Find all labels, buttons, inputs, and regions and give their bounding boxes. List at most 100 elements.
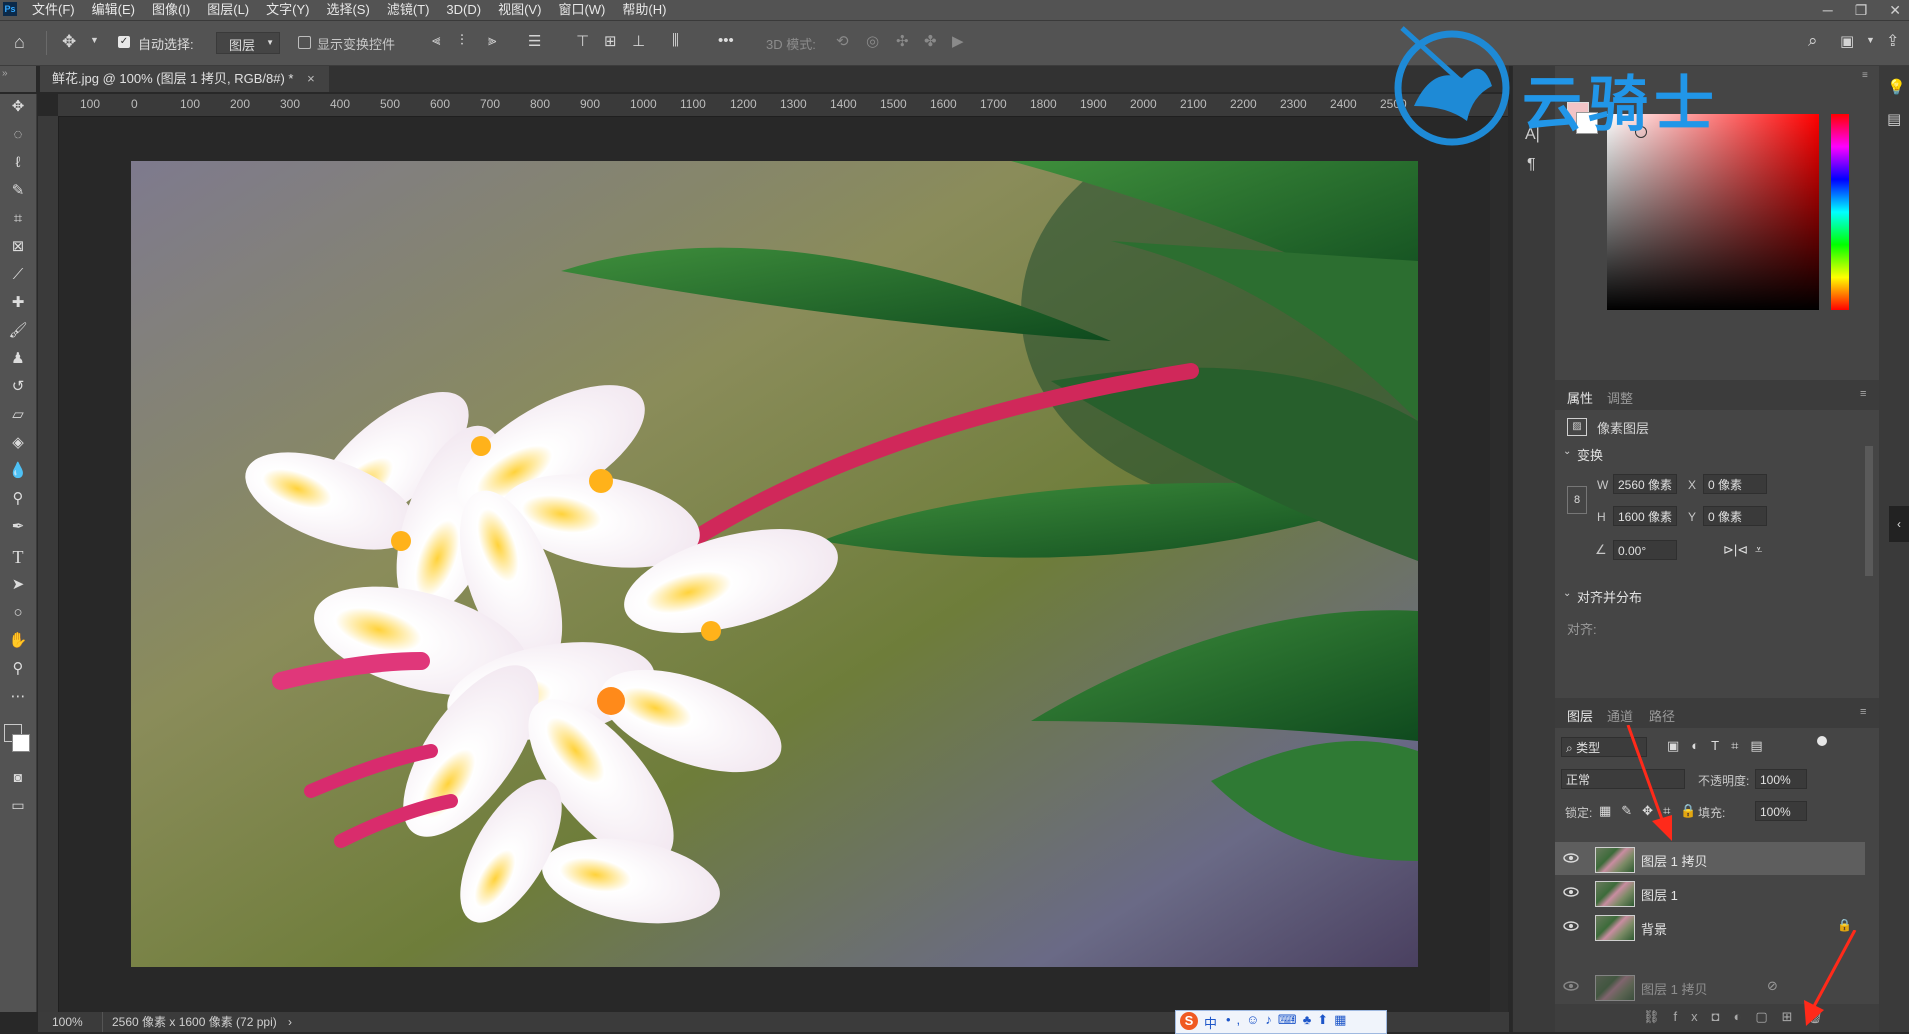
show-transform-checkbox[interactable]	[298, 36, 311, 49]
history-brush-tool-icon[interactable]: ↺	[7, 376, 29, 398]
auto-select-checkbox[interactable]: ✓	[118, 36, 130, 48]
chevron-down-icon[interactable]: ⌄	[1563, 446, 1571, 457]
tab-paths[interactable]: 路径	[1649, 706, 1675, 725]
learn-icon[interactable]: 💡	[1887, 78, 1906, 96]
close-icon[interactable]: ✕	[1889, 0, 1901, 20]
paragraph-panel-icon[interactable]: ¶	[1527, 156, 1536, 174]
eye-icon[interactable]	[1563, 919, 1579, 933]
ellipse-tool-icon[interactable]: ○	[7, 602, 29, 624]
align-vcenter-icon[interactable]: ⊞	[604, 32, 617, 50]
share-icon[interactable]: ⇪	[1886, 31, 1899, 51]
home-icon[interactable]: ⌂	[14, 32, 25, 53]
height-field[interactable]: 1600 像素	[1613, 506, 1677, 526]
eraser-tool-icon[interactable]: ▱	[7, 404, 29, 426]
menu-type[interactable]: 文字(Y)	[266, 0, 309, 20]
opacity-field[interactable]: 100%	[1755, 769, 1807, 789]
close-tab-icon[interactable]: ×	[307, 71, 315, 86]
menu-image[interactable]: 图像(I)	[152, 0, 190, 20]
link-icon[interactable]: 8	[1567, 486, 1587, 514]
3d-roll-icon[interactable]: ◎	[866, 32, 879, 50]
move-tool-icon[interactable]: ✥	[7, 96, 29, 118]
tab-properties[interactable]: 属性	[1567, 388, 1593, 407]
quick-mask-icon[interactable]: ◙	[7, 766, 29, 788]
sogou-logo-icon[interactable]: S	[1180, 1012, 1198, 1030]
width-field[interactable]: 2560 像素	[1613, 474, 1677, 494]
layer-row[interactable]: 图层 1 拷贝	[1555, 842, 1865, 875]
panel-menu-icon[interactable]: ≡	[1860, 388, 1866, 400]
panel-menu-icon[interactable]: ≡	[1860, 706, 1866, 718]
3d-orbit-icon[interactable]: ⟲	[836, 32, 849, 50]
3d-slide-icon[interactable]: ✤	[924, 32, 937, 50]
x-field[interactable]: 0 像素	[1703, 474, 1767, 494]
layer-row[interactable]: 图层 1	[1555, 876, 1865, 909]
3d-camera-icon[interactable]: ▶	[952, 32, 964, 50]
hand-tool-icon[interactable]: ✋	[7, 630, 29, 652]
background-color-swatch[interactable]	[12, 734, 30, 752]
menu-edit[interactable]: 编辑(E)	[92, 0, 135, 20]
layer-name[interactable]: 图层 1	[1641, 885, 1678, 904]
document-tab[interactable]: 鲜花.jpg @ 100% (图层 1 拷贝, RGB/8#) * ×	[40, 66, 329, 92]
paint-bucket-tool-icon[interactable]: ◈	[7, 432, 29, 454]
3d-pan-icon[interactable]: ✣	[896, 32, 909, 50]
align-hcenter-icon[interactable]: ⫶	[460, 32, 464, 49]
menu-file[interactable]: 文件(F)	[32, 0, 75, 20]
angle-field[interactable]: 0.00°	[1613, 540, 1677, 560]
type-tool-icon[interactable]: T	[7, 546, 29, 568]
filter-toggle-icon[interactable]	[1817, 736, 1827, 746]
healing-brush-tool-icon[interactable]: ✚	[7, 292, 29, 314]
brush-tool-icon[interactable]: 🖌	[7, 320, 29, 342]
menu-layer[interactable]: 图层(L)	[207, 0, 249, 20]
tab-layers[interactable]: 图层	[1567, 706, 1593, 725]
distribute-icon[interactable]: ☰	[528, 32, 541, 50]
layer-name[interactable]: 图层 1 拷贝	[1641, 851, 1707, 870]
eyedropper-tool-icon[interactable]: ⟋	[7, 264, 29, 286]
menu-view[interactable]: 视图(V)	[498, 0, 541, 20]
quick-select-tool-icon[interactable]: ✎	[7, 180, 29, 202]
zoom-tool-icon[interactable]: ⚲	[7, 658, 29, 680]
chevron-down-icon[interactable]: ⌄	[1563, 588, 1571, 599]
layer-filter-icons[interactable]: ▣◐T⌗▤	[1667, 738, 1775, 754]
frame-tool-icon[interactable]: ⊠	[7, 236, 29, 258]
chevron-down-icon[interactable]: ▼	[1866, 35, 1875, 45]
fill-field[interactable]: 100%	[1755, 801, 1807, 821]
libraries-icon[interactable]: ▤	[1887, 110, 1901, 128]
tab-adjustments[interactable]: 调整	[1607, 388, 1633, 407]
dodge-tool-icon[interactable]: ⚲	[7, 488, 29, 510]
collapse-icon[interactable]: »	[2, 68, 8, 79]
align-section-title[interactable]: 对齐并分布	[1577, 587, 1642, 606]
blur-tool-icon[interactable]: 💧	[7, 460, 29, 482]
menu-3d[interactable]: 3D(D)	[446, 0, 481, 20]
transform-section-title[interactable]: 变换	[1577, 445, 1603, 464]
marquee-tool-icon[interactable]: ◌	[7, 124, 29, 146]
align-left-icon[interactable]: ⫷	[432, 32, 440, 49]
lasso-tool-icon[interactable]: ℓ	[7, 152, 29, 174]
y-field[interactable]: 0 像素	[1703, 506, 1767, 526]
menu-help[interactable]: 帮助(H)	[622, 0, 666, 20]
menu-window[interactable]: 窗口(W)	[558, 0, 605, 20]
workspace-icon[interactable]: ▣	[1840, 32, 1854, 50]
move-tool-icon[interactable]: ✥	[62, 32, 76, 52]
pen-tool-icon[interactable]: ✒	[7, 516, 29, 538]
clone-stamp-tool-icon[interactable]: ♟	[7, 348, 29, 370]
status-menu-arrow[interactable]: ›	[288, 1012, 292, 1032]
screen-mode-icon[interactable]: ▭	[7, 794, 29, 816]
panel-menu-icon[interactable]: ≡	[1862, 70, 1868, 81]
eye-icon[interactable]	[1563, 885, 1579, 899]
restore-icon[interactable]: ❐	[1855, 0, 1868, 20]
more-options-icon[interactable]: •••	[718, 32, 734, 49]
align-right-icon[interactable]: ⫸	[488, 32, 496, 49]
menu-filter[interactable]: 滤镜(T)	[387, 0, 430, 20]
canvas-scrollbar[interactable]	[1490, 117, 1508, 1012]
eye-icon[interactable]	[1563, 851, 1579, 865]
align-bottom-icon[interactable]: ⊥	[632, 32, 645, 50]
minimize-icon[interactable]: ─	[1823, 0, 1833, 20]
collapse-panel-icon[interactable]: ‹	[1889, 506, 1909, 542]
more-tools-icon[interactable]: ⋯	[7, 686, 29, 708]
distribute-vertical-icon[interactable]: ⫼	[672, 32, 679, 49]
chevron-down-icon[interactable]: ▼	[90, 35, 99, 45]
flip-horizontal-icon[interactable]: ⊳|⊲	[1723, 542, 1748, 558]
path-select-tool-icon[interactable]: ➤	[7, 574, 29, 596]
flip-vertical-icon[interactable]: ⩡	[1755, 542, 1762, 558]
layer-name[interactable]: 背景	[1641, 919, 1667, 938]
properties-scrollbar[interactable]	[1865, 446, 1873, 576]
